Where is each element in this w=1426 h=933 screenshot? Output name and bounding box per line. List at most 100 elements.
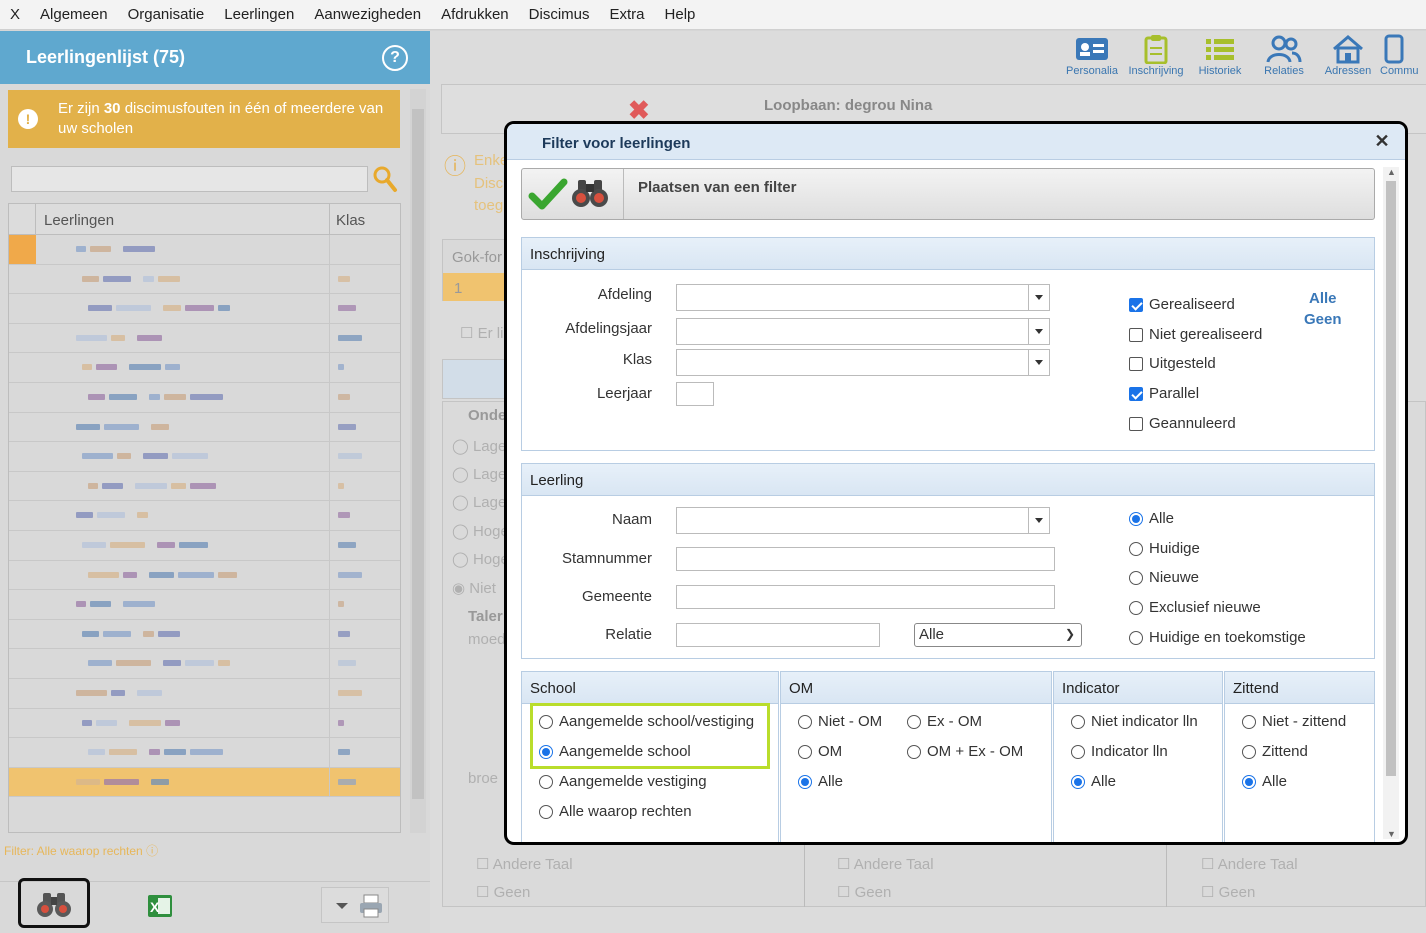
table-row[interactable]	[9, 530, 400, 561]
table-row[interactable]	[9, 264, 400, 295]
radio[interactable]	[1129, 630, 1143, 645]
table-row[interactable]	[9, 442, 400, 472]
search-icon[interactable]	[372, 165, 398, 193]
radio-zittend-alle[interactable]: Alle	[1242, 773, 1287, 790]
table-row[interactable]	[9, 619, 400, 650]
radio[interactable]	[539, 804, 553, 819]
radio-leerling-exclusief-nieuwe[interactable]: Exclusief nieuwe	[1129, 599, 1261, 616]
toolbar-communicatie[interactable]: Commu	[1380, 31, 1426, 79]
radio-aangemelde-vestiging[interactable]: Aangemelde vestiging	[539, 773, 707, 790]
table-row[interactable]	[9, 501, 400, 531]
place-filter-button[interactable]: Plaatsen van een filter	[521, 168, 1375, 220]
menu-close[interactable]: X	[0, 6, 30, 23]
checkbox[interactable]	[1129, 386, 1143, 401]
radio-leerling-huidige-toekomstige[interactable]: Huidige en toekomstige	[1129, 629, 1306, 646]
column-header-class[interactable]: Klas	[330, 204, 371, 234]
dialog-scrollbar[interactable]: ▲ ▼	[1383, 167, 1399, 839]
radio-om-ex-om[interactable]: OM + Ex - OM	[907, 743, 1023, 760]
gemeente-input[interactable]	[676, 585, 1055, 609]
table-row[interactable]	[9, 412, 400, 443]
help-icon[interactable]: ?	[382, 44, 408, 71]
relatie-select[interactable]: Alle ❯	[914, 623, 1082, 647]
menu-extra[interactable]: Extra	[600, 6, 655, 23]
discimus-warning[interactable]: ! Er zijn 30 discimusfouten in één of me…	[8, 90, 400, 148]
table-row[interactable]	[9, 560, 400, 591]
table-row[interactable]	[9, 323, 400, 354]
radio[interactable]	[1129, 570, 1143, 585]
radio[interactable]	[1071, 744, 1085, 759]
afdelingsjaar-dropdown[interactable]	[676, 318, 1050, 345]
naam-dropdown[interactable]	[676, 507, 1050, 534]
radio-indicator-alle[interactable]: Alle	[1071, 773, 1116, 790]
toolbar-relaties[interactable]: Relaties	[1252, 31, 1316, 79]
table-row[interactable]	[9, 708, 400, 739]
afdeling-dropdown[interactable]	[676, 284, 1050, 311]
radio[interactable]	[907, 744, 921, 759]
check-niet-gerealiseerd[interactable]: Niet gerealiseerd	[1129, 326, 1262, 343]
radio[interactable]	[1129, 511, 1143, 526]
radio[interactable]	[539, 774, 553, 789]
menu-aanwezigheden[interactable]: Aanwezigheden	[304, 6, 431, 23]
toolbar-historiek[interactable]: Historiek	[1188, 31, 1252, 79]
check-geannuleerd[interactable]: Geannuleerd	[1129, 415, 1236, 432]
table-row[interactable]	[9, 294, 400, 324]
filter-button[interactable]	[18, 878, 90, 928]
menu-organisatie[interactable]: Organisatie	[118, 6, 215, 23]
radio-indicator[interactable]: Indicator lln	[1071, 743, 1168, 760]
print-button[interactable]	[321, 887, 389, 923]
menu-algemeen[interactable]: Algemeen	[30, 6, 118, 23]
klas-dropdown[interactable]	[676, 349, 1050, 376]
select-none-link[interactable]: Geen	[1304, 311, 1342, 328]
radio[interactable]	[798, 774, 812, 789]
table-row[interactable]	[9, 738, 400, 768]
radio-niet-indicator[interactable]: Niet indicator lln	[1071, 713, 1198, 730]
radio-niet-zittend[interactable]: Niet - zittend	[1242, 713, 1346, 730]
table-row[interactable]	[9, 767, 400, 798]
radio[interactable]	[1242, 774, 1256, 789]
checkbox[interactable]	[1129, 297, 1143, 312]
menu-leerlingen[interactable]: Leerlingen	[214, 6, 304, 23]
excel-icon[interactable]: X	[146, 893, 174, 919]
radio[interactable]	[1071, 714, 1085, 729]
radio-niet-om[interactable]: Niet - OM	[798, 713, 882, 730]
radio[interactable]	[1242, 714, 1256, 729]
close-icon[interactable]: ✕	[1373, 132, 1391, 150]
radio[interactable]	[1129, 600, 1143, 615]
radio-om[interactable]: OM	[798, 743, 842, 760]
student-search-input[interactable]	[11, 166, 368, 192]
toolbar-adressen[interactable]: Adressen	[1316, 31, 1380, 79]
table-row[interactable]	[9, 590, 400, 620]
menu-discimus[interactable]: Discimus	[519, 6, 600, 23]
radio-alle-waarop-rechten[interactable]: Alle waarop rechten	[539, 803, 692, 820]
check-uitgesteld[interactable]: Uitgesteld	[1129, 355, 1216, 372]
radio[interactable]	[798, 744, 812, 759]
select-all-link[interactable]: Alle	[1309, 290, 1337, 307]
toolbar-personalia[interactable]: Personalia	[1060, 31, 1124, 79]
leerjaar-input[interactable]	[676, 382, 714, 406]
radio-leerling-alle[interactable]: Alle	[1129, 510, 1174, 527]
table-row[interactable]	[9, 471, 400, 502]
radio-leerling-nieuwe[interactable]: Nieuwe	[1129, 569, 1199, 586]
table-row[interactable]	[9, 235, 400, 265]
check-parallel[interactable]: Parallel	[1129, 385, 1199, 402]
checkbox[interactable]	[1129, 356, 1143, 371]
radio-leerling-huidige[interactable]: Huidige	[1129, 540, 1200, 557]
radio[interactable]	[907, 714, 921, 729]
table-row[interactable]	[9, 353, 400, 383]
checkbox[interactable]	[1129, 327, 1143, 342]
radio[interactable]	[1242, 744, 1256, 759]
stamnummer-input[interactable]	[676, 547, 1055, 571]
table-row[interactable]	[9, 649, 400, 679]
toolbar-inschrijving[interactable]: Inschrijving	[1124, 31, 1188, 79]
checkbox[interactable]	[1129, 416, 1143, 431]
check-gerealiseerd[interactable]: Gerealiseerd	[1129, 296, 1235, 313]
radio-om-alle[interactable]: Alle	[798, 773, 843, 790]
table-row[interactable]	[9, 382, 400, 413]
table-row[interactable]	[9, 678, 400, 709]
radio[interactable]	[798, 714, 812, 729]
menu-afdrukken[interactable]: Afdrukken	[431, 6, 519, 23]
radio-ex-om[interactable]: Ex - OM	[907, 713, 982, 730]
radio-zittend[interactable]: Zittend	[1242, 743, 1308, 760]
radio[interactable]	[1071, 774, 1085, 789]
menu-help[interactable]: Help	[655, 6, 706, 23]
